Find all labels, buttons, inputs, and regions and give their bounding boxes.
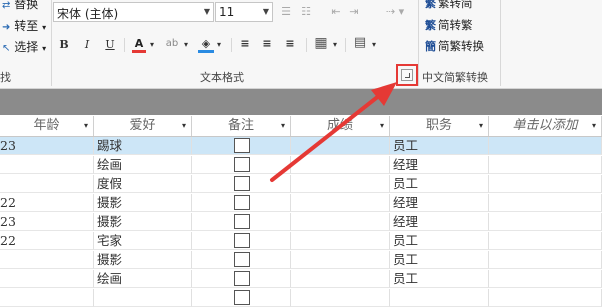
annotation-arrow-head xyxy=(371,82,397,106)
annotation-arrow xyxy=(270,82,397,182)
annotation-arrow-shaft xyxy=(270,93,382,182)
